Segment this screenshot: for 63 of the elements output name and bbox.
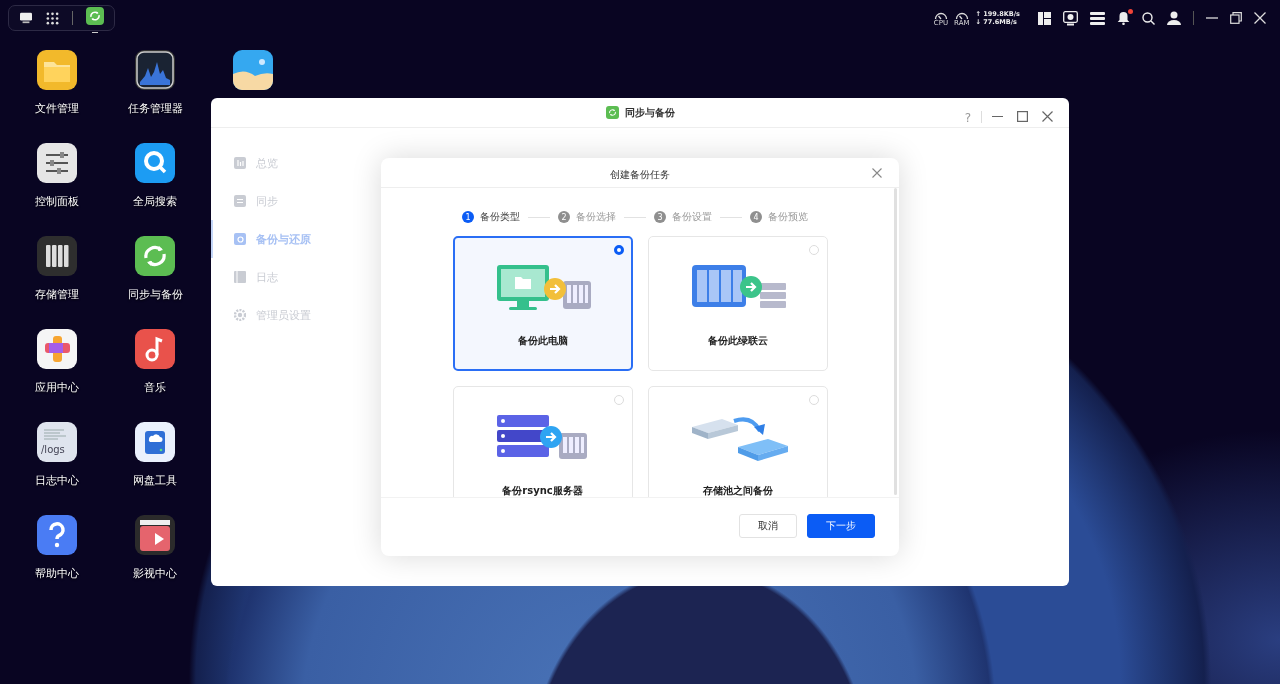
option-label: 备份此绿联云: [707, 334, 768, 348]
option-card[interactable]: 备份此绿联云: [647, 236, 828, 371]
gear-icon: [234, 309, 246, 321]
desktop-shortcut[interactable]: 全局搜索: [106, 143, 204, 209]
step-label: 备份选择: [576, 210, 616, 224]
radio-button[interactable]: [613, 245, 624, 255]
desktop-shortcut[interactable]: 网盘工具: [106, 422, 204, 488]
app-grid-icon[interactable]: [46, 11, 59, 25]
desktop-shortcut[interactable]: 应用中心: [8, 329, 106, 395]
option-label: 备份rsync服务器: [502, 484, 583, 497]
clapperboard-icon: [135, 515, 175, 555]
notebook-icon: [234, 271, 246, 283]
sliders-icon: [37, 143, 77, 183]
search-icon: [135, 143, 175, 183]
landscape-icon: [233, 50, 273, 90]
step-number: 3: [654, 211, 666, 223]
desktop-shortcut[interactable]: 任务管理器: [106, 50, 204, 116]
cloud-drive-icon: [135, 422, 175, 462]
desktop-shortcut[interactable]: 帮助中心: [8, 515, 106, 581]
step-number: 4: [750, 211, 762, 223]
folder-icon: [37, 50, 77, 90]
user-icon[interactable]: [1167, 11, 1181, 25]
step-label: 备份类型: [480, 210, 520, 224]
sync-app-icon[interactable]: [86, 7, 104, 25]
next-button[interactable]: 下一步: [807, 514, 875, 538]
option-card[interactable]: 备份此电脑: [452, 236, 633, 371]
sync-app-icon: [135, 236, 175, 276]
sync-app-icon: [605, 106, 619, 119]
layout-icon[interactable]: [1038, 11, 1051, 25]
backup-icon: [234, 233, 246, 245]
restore-icon[interactable]: [1230, 12, 1242, 24]
step-number: 1: [462, 211, 474, 223]
cancel-button[interactable]: 取消: [739, 514, 797, 538]
desktop-shortcut[interactable]: 存储管理: [8, 236, 106, 302]
maximize-icon[interactable]: [1017, 111, 1028, 122]
window-title: 同步与备份: [624, 105, 675, 120]
desktop-shortcut[interactable]: /logs 日志中心: [8, 422, 106, 488]
step-number: 2: [558, 211, 570, 223]
desktop-shortcut[interactable]: 文件管理: [8, 50, 106, 116]
bell-icon[interactable]: [1117, 11, 1130, 25]
step-label: 备份预览: [768, 210, 808, 224]
server-icon[interactable]: [1090, 11, 1105, 25]
storage-drives-icon: [37, 236, 77, 276]
desktop-shortcut[interactable]: 音乐: [106, 329, 204, 395]
bar-chart-icon: [234, 157, 246, 169]
app-center-icon: [37, 329, 77, 369]
music-note-icon: [135, 329, 175, 369]
desktop-shortcut[interactable]: 控制面板: [8, 143, 106, 209]
option-label: 备份此电脑: [517, 334, 568, 348]
desktop-shortcut[interactable]: 同步与备份: [106, 236, 204, 302]
desktop-icon[interactable]: [19, 12, 33, 24]
option-label: 存储池之间备份: [702, 484, 773, 497]
swap-arrows-icon: [234, 195, 246, 207]
monitor-icon[interactable]: [1063, 10, 1078, 26]
activity-chart-icon: [135, 50, 175, 90]
icon-caption: /logs: [41, 444, 65, 455]
log-file-icon: [37, 422, 77, 462]
dialog-title: 创建备份任务: [610, 169, 670, 180]
question-mark-icon: [37, 515, 77, 555]
search-icon[interactable]: [1142, 11, 1155, 25]
option-card[interactable]: 备份rsync服务器: [452, 386, 633, 497]
step-label: 备份设置: [672, 210, 712, 224]
desktop-shortcut[interactable]: 影视中心: [106, 515, 204, 581]
